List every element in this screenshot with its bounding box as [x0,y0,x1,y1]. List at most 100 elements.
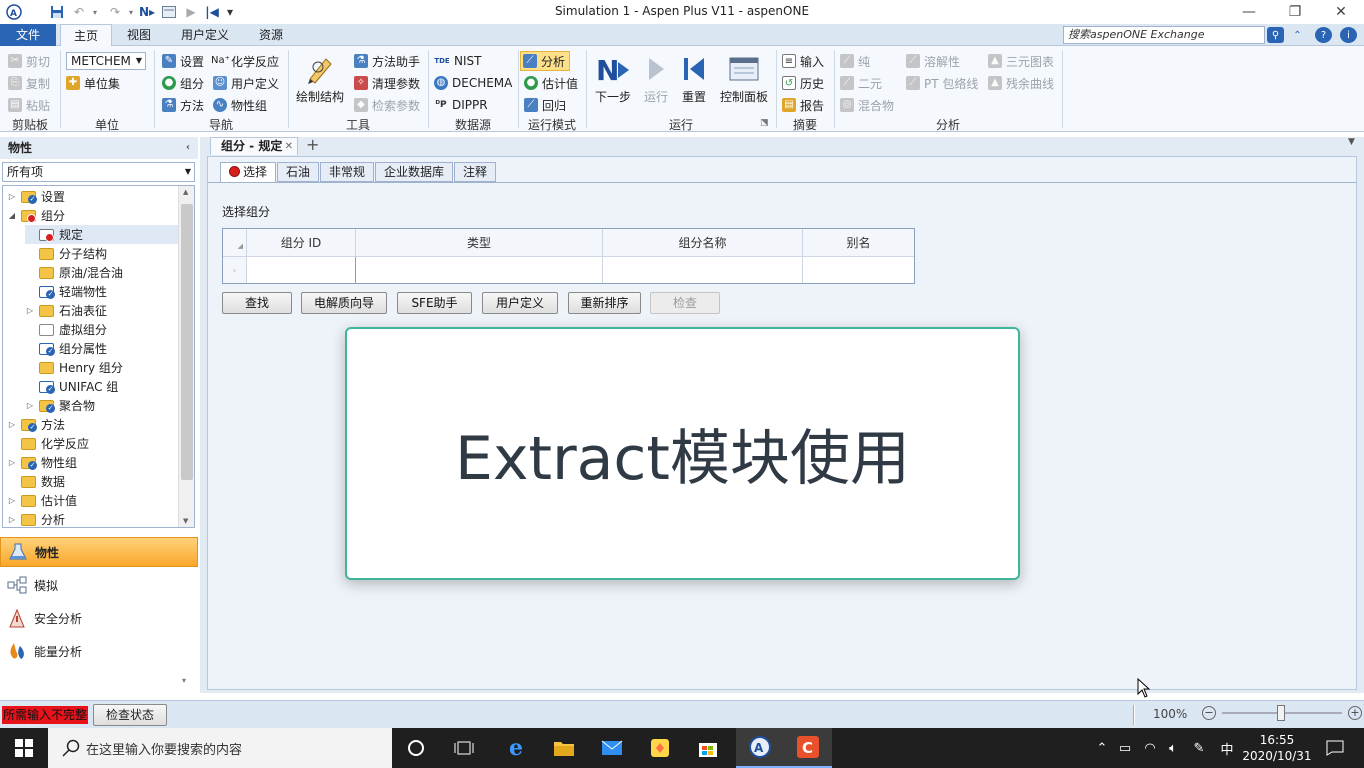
search-exchange-input[interactable]: 搜索aspenONE Exchange [1063,26,1265,44]
pen-icon[interactable]: ✎ [1190,728,1208,768]
required-input-incomplete-badge[interactable]: 所需输入不完整 [2,706,88,724]
chemistry-button[interactable]: Na⁺ 化学反应 [211,52,279,70]
search-icon[interactable]: ⚲ [1267,27,1284,43]
dialog-launcher-icon[interactable]: ⬔ [760,118,769,128]
taskbar-clock[interactable]: 16:55 2020/10/31 [1240,728,1314,768]
column-header-component-id[interactable]: 组分 ID [247,229,356,257]
tree-item[interactable]: 原油/混合油 [25,263,180,282]
run-button[interactable]: 运行 [640,52,672,105]
notification-icon[interactable] [1320,728,1350,768]
expander-icon[interactable]: ▷ [25,401,35,410]
reorder-button[interactable]: 重新排序 [568,292,641,314]
collapse-pane-icon[interactable]: ‹ [186,137,190,159]
clean-params-button[interactable]: ✧ 清理参数 [354,74,420,92]
nist-button[interactable]: TDE NIST [434,52,481,70]
review-button[interactable]: 检查 [650,292,720,314]
mail-icon[interactable] [588,728,636,768]
dippr-button[interactable]: ᴰP DIPPR [434,96,487,114]
form-tab-nonconventional[interactable]: 非常规 [320,162,374,182]
ime-indicator[interactable]: 中 [1216,728,1238,768]
tree-item[interactable]: Henry 组分 [25,358,180,377]
tab-list-icon[interactable]: ▼ [1348,137,1355,147]
nav-filter-select[interactable]: 所有项 ▼ [2,162,195,182]
analysis-mode-button[interactable]: ⟋ 分析 [520,51,571,71]
battery-icon[interactable]: ▭ [1116,728,1134,768]
column-header-type[interactable]: 类型 [356,229,603,257]
form-tab-selection[interactable]: 选择 [220,162,276,183]
restore-icon[interactable]: ❐ [1272,0,1318,24]
help-icon[interactable]: ? [1315,27,1332,43]
mixture-analysis-button[interactable]: ◎ 混合物 [840,96,894,114]
components-button[interactable]: ● 组分 [162,74,204,92]
expander-icon[interactable]: ▷ [7,420,17,429]
solubility-analysis-button[interactable]: ⟋ 溶解性 [906,52,960,70]
new-tab-plus-icon[interactable]: + [306,135,319,154]
column-header-component-name[interactable]: 组分名称 [603,229,803,257]
tree-item[interactable]: ▷ ✓ 聚合物 [25,396,180,415]
section-properties[interactable]: 物性 [0,537,198,567]
wifi-icon[interactable]: ◠ [1140,728,1160,768]
tab-view[interactable]: 视图 [116,24,162,46]
expander-icon[interactable]: ▷ [7,515,17,524]
tray-chevron-up-icon[interactable]: ⌃ [1094,728,1110,768]
setup-button[interactable]: ✎ 设置 [162,52,204,70]
find-button[interactable]: 查找 [222,292,292,314]
file-explorer-icon[interactable] [540,728,588,768]
section-energy-analysis[interactable]: 能量分析 [0,636,198,666]
tree-item[interactable]: ◢ 组分 [7,206,180,225]
tree-item[interactable]: ✓ UNIFAC 组 [25,377,180,396]
tree-item[interactable]: ▷ 石油表征 [25,301,180,320]
tab-customize[interactable]: 用户定义 [170,24,240,46]
zoom-in-icon[interactable]: + [1348,706,1362,720]
unit-set-select[interactable]: METCHEM ▼ [66,52,146,70]
expander-icon[interactable]: ◢ [7,211,17,220]
residue-curves-button[interactable]: ▲ 残余曲线 [988,74,1054,92]
form-tab-enterprise-database[interactable]: 企业数据库 [375,162,453,182]
doc-tab-components-specs[interactable]: 组分 - 规定 ✕ [210,137,298,155]
grid-cell-component-id[interactable] [247,257,356,283]
row-selector-icon[interactable]: › [223,257,247,283]
tree-item[interactable]: ✓ 轻端物性 [25,282,180,301]
grid-cell-component-name[interactable] [603,257,803,283]
windows-start-icon[interactable] [0,728,48,768]
customize-button[interactable]: ☺ 用户定义 [213,74,279,92]
tree-item[interactable]: ▷ 估计值 [7,491,180,510]
estimation-mode-button[interactable]: ● 估计值 [524,74,578,92]
zoom-out-icon[interactable]: − [1202,706,1216,720]
recorder-app-icon[interactable]: C [784,728,832,768]
section-simulation[interactable]: 模拟 [0,570,198,600]
tab-resources[interactable]: 资源 [248,24,294,46]
paste-button[interactable]: ▤ 粘贴 [8,96,50,114]
tree-scrollbar[interactable]: ▲ ▼ [178,186,194,527]
binary-analysis-button[interactable]: ⟋ 二元 [840,74,882,92]
expander-icon[interactable]: ▷ [7,192,17,201]
sticky-app-icon[interactable] [636,728,684,768]
column-header-alias[interactable]: 别名 [803,229,914,257]
regression-mode-button[interactable]: ⟋ 回归 [524,96,566,114]
reset-button[interactable]: 重置 [678,52,710,105]
user-defined-button[interactable]: 用户定义 [482,292,558,314]
form-tab-petroleum[interactable]: 石油 [277,162,319,182]
dechema-button[interactable]: ◍ DECHEMA [434,74,512,92]
unit-sets-button[interactable]: ✚ 单位集 [66,74,120,92]
cortana-icon[interactable] [392,728,440,768]
expander-icon[interactable]: ▷ [25,306,35,315]
pure-analysis-button[interactable]: ⟋ 纯 [840,52,870,70]
scroll-down-icon[interactable]: ▼ [183,517,188,525]
tree-item[interactable]: ▷ ✓ 方法 [7,415,180,434]
report-button[interactable]: ▤ 报告 [782,96,824,114]
tree-item[interactable]: 分子结构 [25,244,180,263]
scroll-up-icon[interactable]: ▲ [183,188,188,196]
elec-wizard-button[interactable]: 电解质向导 [301,292,387,314]
sfe-assistant-button[interactable]: SFE助手 [397,292,472,314]
control-panel-button[interactable]: 控制面板 [716,52,772,105]
grid-cell-alias[interactable] [803,257,914,283]
aspen-plus-taskbar-icon[interactable]: A [736,728,784,768]
method-assistant-button[interactable]: ⚗ 方法助手 [354,52,420,70]
form-tab-comments[interactable]: 注释 [454,162,496,182]
volume-icon[interactable]: 🔈︎ [1164,728,1182,768]
store-icon[interactable] [684,728,732,768]
prop-sets-button[interactable]: ∿ 物性组 [213,96,267,114]
cut-button[interactable]: ✂ 剪切 [8,52,50,70]
edge-icon[interactable]: e [492,728,540,768]
